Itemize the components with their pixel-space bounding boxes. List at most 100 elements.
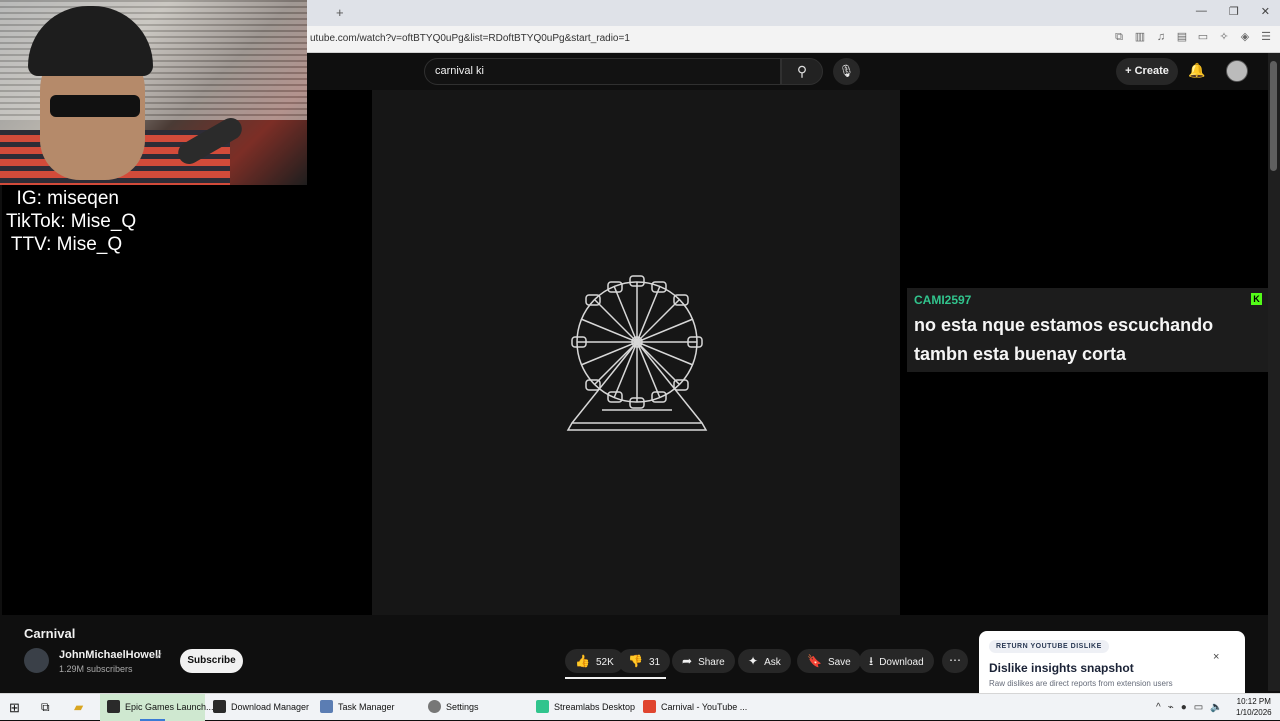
save-label: Save — [827, 657, 851, 668]
taskbar-label: Streamlabs Desktop — [554, 702, 636, 712]
download-manager-icon — [213, 700, 226, 713]
ryd-subtitle: Raw dislikes are direct reports from ext… — [989, 679, 1173, 688]
mic-icon: 🎙 — [838, 64, 855, 78]
microphone-tray-icon[interactable]: ● — [1181, 702, 1187, 713]
windows-taskbar: ⊞ ⧉ ▰ Epic Games Launch... Download Mana… — [0, 693, 1280, 721]
extension-toolbar: ⧉ ▥ ♫ ▤ ▭ ✧ ◈ ☰ — [1113, 31, 1272, 43]
taskbar-task-manager[interactable]: Task Manager — [320, 694, 395, 721]
window-controls: — ❐ ✕ — [1196, 5, 1270, 18]
extensions-icon[interactable]: ⧉ — [1113, 31, 1125, 43]
tray-overflow-icon[interactable]: ^ — [1156, 702, 1161, 713]
bookmark-icon: 🔖 — [807, 654, 822, 668]
task-manager-icon — [320, 700, 333, 713]
epic-games-icon — [107, 700, 120, 713]
chat-message-overlay: CAMI2597 K no esta nque estamos escuchan… — [907, 288, 1268, 372]
share-button[interactable]: ➦ Share — [672, 649, 735, 673]
taskbar-label: Epic Games Launch... — [125, 702, 214, 712]
page-scrollbar[interactable] — [1268, 53, 1280, 691]
webcam-feed — [0, 0, 307, 185]
verified-check-icon: ✔ — [155, 651, 163, 661]
ask-label: Ask — [764, 657, 781, 668]
search-icon: ⚲ — [796, 63, 808, 79]
minimize-button[interactable]: — — [1196, 5, 1207, 18]
like-count: 52K — [595, 657, 614, 668]
start-windows-icon[interactable]: ⊞ — [9, 694, 20, 721]
streamlabs-icon — [536, 700, 549, 713]
taskbar-brave-youtube[interactable]: Carnival - YouTube ... — [643, 694, 747, 721]
display-icon[interactable]: ▭ — [1194, 702, 1203, 713]
ferris-wheel-drawing — [566, 275, 708, 431]
download-icon: ⭳ — [869, 654, 874, 668]
close-window-button[interactable]: ✕ — [1261, 5, 1270, 18]
wallet-icon[interactable]: ▭ — [1197, 31, 1209, 43]
new-tab-button[interactable]: + — [336, 5, 344, 20]
ryd-tag: RETURN YOUTUBE DISLIKE — [989, 640, 1109, 653]
thumbs-up-icon: 👍 — [575, 654, 590, 668]
create-button[interactable]: + Create — [1116, 58, 1178, 85]
restore-button[interactable]: ❐ — [1229, 5, 1239, 18]
social-handles: IG: miseqen TikTok: Mise_Q TTV: Mise_Q — [6, 187, 136, 256]
create-label: Create — [1134, 65, 1169, 77]
ask-button[interactable]: ✦ Ask — [738, 649, 791, 673]
taskbar-label: Download Manager — [231, 702, 310, 712]
download-label: Download — [879, 657, 924, 668]
notifications-bell-icon[interactable]: 🔔 — [1188, 62, 1205, 79]
dislike-button[interactable]: 👎 31 — [618, 649, 671, 673]
twitch-handle: TTV: Mise_Q — [6, 234, 123, 255]
taskbar-label: Carnival - YouTube ... — [661, 702, 748, 712]
instagram-handle: IG: miseqen — [6, 188, 119, 209]
network-icon[interactable]: ⌁ — [1168, 702, 1174, 713]
volume-icon[interactable]: 🔈 — [1210, 702, 1222, 713]
task-view-icon[interactable]: ⧉ — [41, 694, 50, 721]
download-button[interactable]: ⭳ Download — [859, 649, 934, 673]
channel-name[interactable]: JohnMichaelHowell — [59, 649, 161, 661]
taskbar-epic-games[interactable]: Epic Games Launch... — [100, 694, 214, 721]
search-button[interactable]: ⚲ — [781, 58, 823, 85]
account-avatar[interactable] — [1226, 60, 1248, 82]
video-info-bar: Carnival JohnMichaelHowell ✔ 1.29M subsc… — [0, 615, 1268, 693]
file-explorer-icon[interactable]: ▰ — [74, 694, 83, 721]
search-input[interactable]: carnival ki — [424, 58, 781, 85]
voice-search-button[interactable]: 🎙 — [833, 58, 860, 85]
subscriber-count: 1.29M subscribers — [59, 664, 133, 674]
brave-browser-icon — [643, 700, 656, 713]
taskbar-label: Settings — [446, 702, 479, 712]
sparkle-icon: ✦ — [748, 654, 759, 668]
chat-message-text: no esta nque estamos escuchando tambn es… — [914, 315, 1214, 364]
share-icon: ➦ — [682, 654, 693, 668]
vpn-shield-icon[interactable]: ◈ — [1239, 31, 1251, 43]
sidebar-icon[interactable]: ▥ — [1134, 31, 1146, 43]
media-icon[interactable]: ♫ — [1155, 31, 1167, 43]
more-actions-button[interactable]: ⋯ — [942, 649, 968, 673]
taskbar-label: Task Manager — [338, 702, 395, 712]
tiktok-handle: TikTok: Mise_Q — [6, 211, 137, 232]
save-button[interactable]: 🔖 Save — [797, 649, 861, 673]
taskbar-streamlabs[interactable]: Streamlabs Desktop — [536, 694, 635, 721]
taskbar-settings[interactable]: Settings — [428, 694, 479, 721]
subscribe-button[interactable]: Subscribe — [180, 649, 243, 673]
scroll-thumb[interactable] — [1270, 61, 1277, 171]
clock-time: 10:12 PM — [1236, 697, 1271, 706]
like-ratio-bar — [565, 677, 666, 679]
like-button[interactable]: 👍 52K — [565, 649, 624, 673]
thumbs-down-icon: 👎 — [628, 654, 643, 668]
channel-avatar[interactable] — [24, 648, 49, 673]
return-youtube-dislike-panel: RETURN YOUTUBE DISLIKE Dislike insights … — [979, 631, 1245, 693]
menu-icon[interactable]: ☰ — [1260, 31, 1272, 43]
search-query[interactable]: carnival ki — [435, 65, 484, 77]
settings-gear-icon — [428, 700, 441, 713]
system-clock[interactable]: 10:12 PM 1/10/2026 — [1236, 696, 1272, 718]
url-text[interactable]: utube.com/watch?v=oftBTYQ0uPg&list=RDoft… — [310, 33, 630, 44]
split-view-icon[interactable]: ▤ — [1176, 31, 1188, 43]
video-title: Carnival — [24, 626, 76, 641]
leo-ai-icon[interactable]: ✧ — [1218, 31, 1230, 43]
chat-username: CAMI2597 — [914, 293, 972, 307]
sunglasses — [50, 95, 140, 117]
dislike-count: 31 — [648, 657, 661, 668]
ryd-title: Dislike insights snapshot — [989, 661, 1134, 675]
system-tray: ^ ⌁ ● ▭ 🔈 — [1156, 694, 1223, 721]
kick-badge-icon: K — [1251, 293, 1262, 305]
clock-date: 1/10/2026 — [1236, 708, 1272, 717]
ryd-close-button[interactable]: × — [1213, 651, 1219, 663]
taskbar-download-manager[interactable]: Download Manager — [213, 694, 309, 721]
